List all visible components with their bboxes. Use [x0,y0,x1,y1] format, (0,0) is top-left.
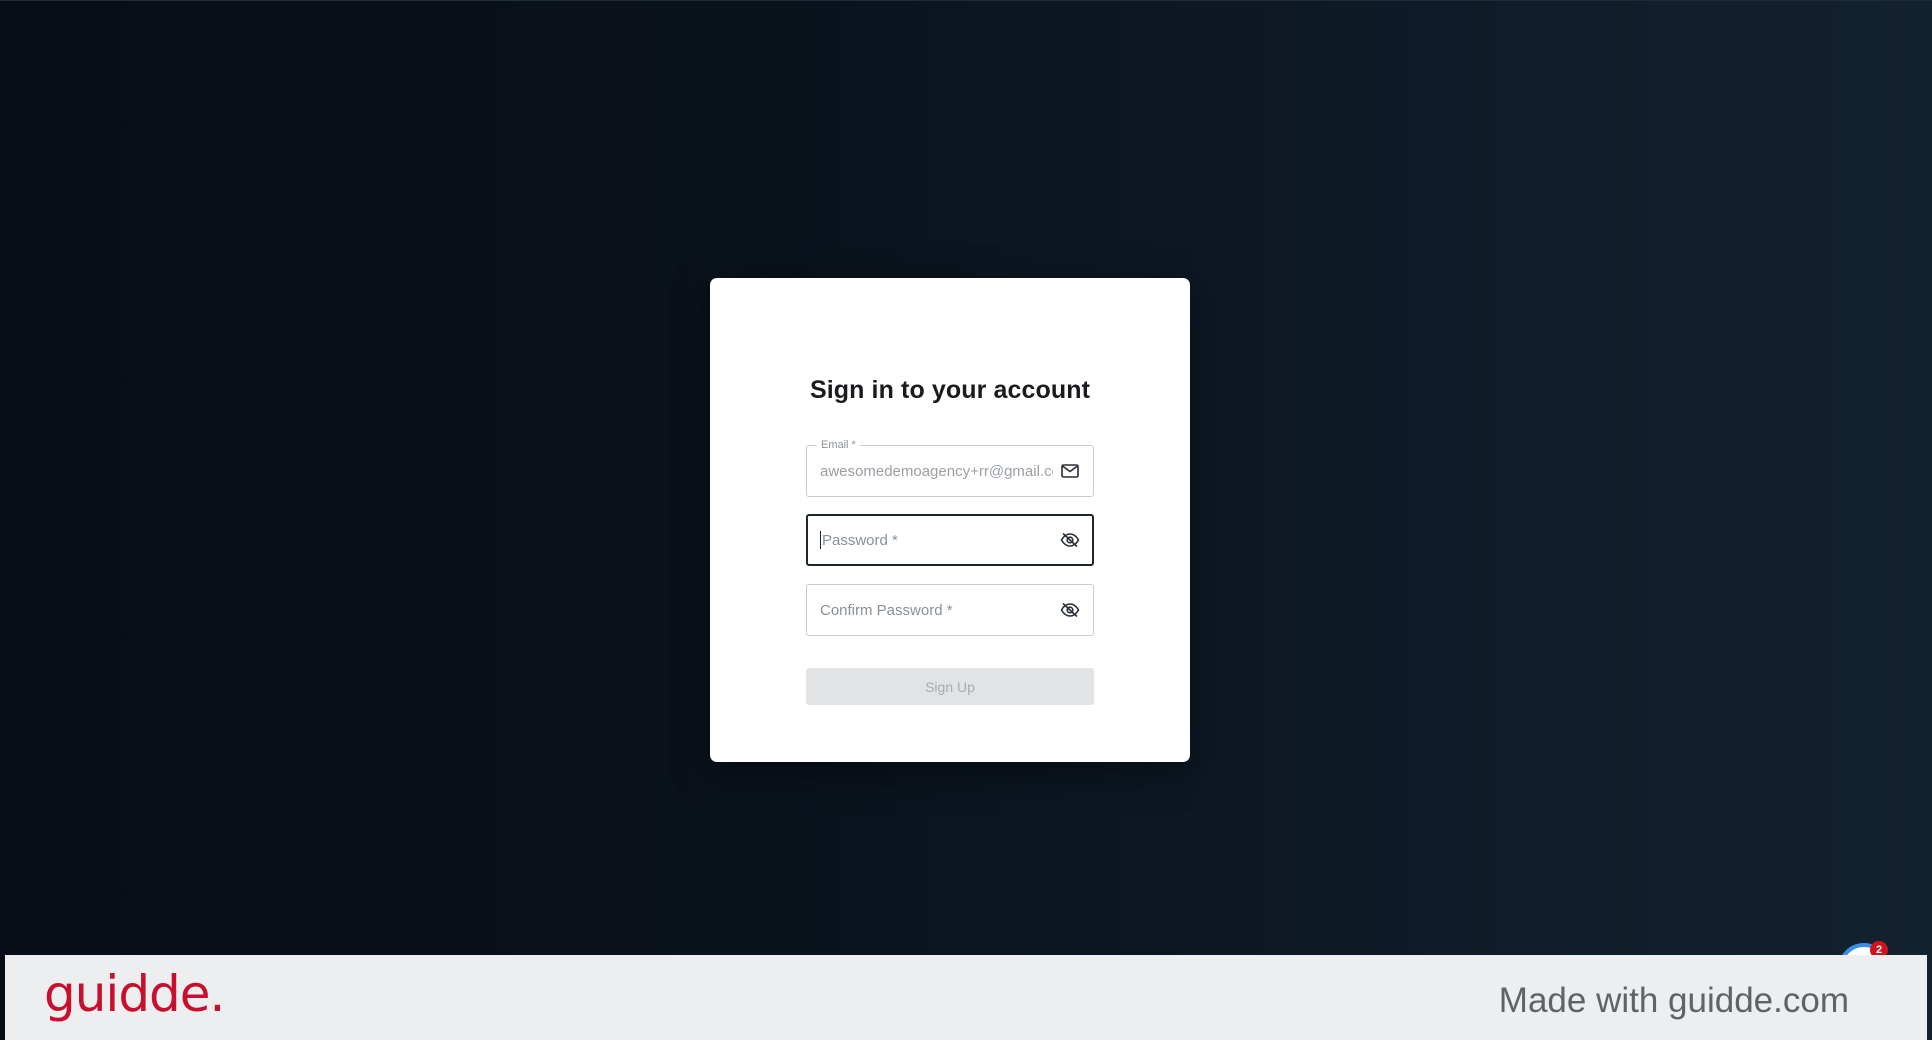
confirm-password-placeholder: Confirm Password * [820,601,953,619]
eye-off-icon[interactable] [1060,530,1080,550]
footer-tagline: Made with guidde.com [1498,981,1849,1020]
password-placeholder: Password * [822,531,898,549]
password-field[interactable]: Password * [806,514,1094,566]
signup-button[interactable]: Sign Up [806,668,1094,705]
top-divider [0,0,1932,1]
email-value[interactable]: awesomedemoagency+rr@gmail.com [820,446,1053,496]
page-title: Sign in to your account [809,376,1091,404]
text-caret [820,531,821,549]
email-field[interactable]: Email * awesomedemoagency+rr@gmail.com [806,438,1094,497]
confirm-password-input[interactable]: Confirm Password * [820,585,953,635]
mail-icon [1060,461,1080,481]
signin-card: Sign in to your account Email * awesomed… [710,278,1190,762]
guidde-logo: guidde. [44,965,225,1023]
eye-off-icon[interactable] [1060,600,1080,620]
password-input[interactable]: Password * [820,516,898,564]
confirm-password-field[interactable]: Confirm Password * [806,584,1094,636]
footer-banner: guidde. Made with guidde.com [5,955,1927,1040]
